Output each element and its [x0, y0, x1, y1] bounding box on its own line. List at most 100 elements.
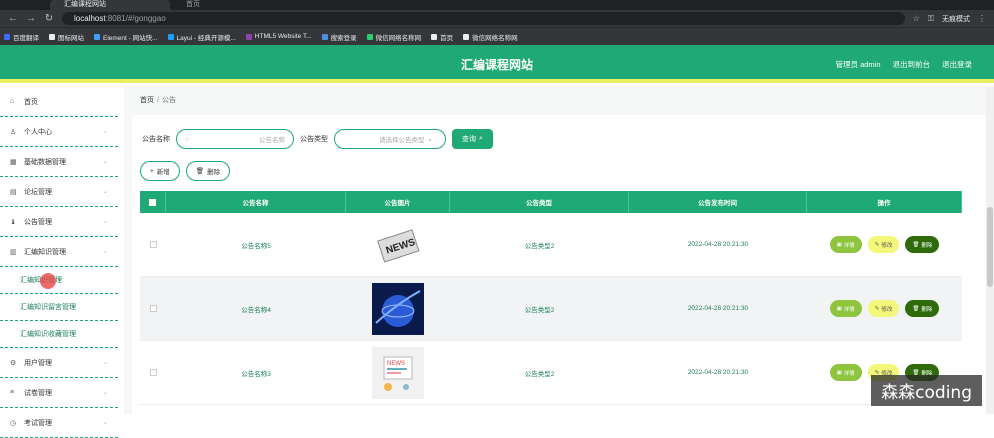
detail-icon: ▣ [837, 242, 842, 248]
front-link[interactable]: 退出到前台 [893, 59, 931, 70]
logout-link[interactable]: 退出登录 [942, 59, 972, 70]
cell-actions: ▣详情 ✎修改 🗑删除 [807, 213, 962, 276]
select-all-checkbox[interactable] [149, 199, 156, 206]
url-field[interactable]: localhost:8081/#/gonggao [62, 12, 905, 25]
delete-button[interactable]: 🗑删除 [905, 236, 939, 253]
sidebar-item-label: 个人中心 [24, 127, 52, 137]
url-host: localhost [74, 14, 106, 23]
bookmark-label: 微信网络名称网 [472, 32, 518, 42]
content-panel: 公告名称 ○ 公告名称 公告类型 请选择公告类型 ⌄ 查询 ⌕ +新增 🗑删除 … [132, 115, 990, 414]
chevron-down-icon: ⌄ [103, 248, 108, 255]
browser-tab-inactive[interactable]: 首页 [172, 0, 292, 10]
star-icon[interactable]: ☆ [913, 14, 920, 23]
reload-icon[interactable]: ↻ [44, 13, 54, 24]
home-icon: ⌂ [10, 98, 19, 105]
cell-image: NEWS [346, 341, 450, 404]
bookmark-label: HTML5 Website T... [255, 33, 312, 40]
delete-button[interactable]: 🗑删除 [905, 300, 939, 317]
add-button[interactable]: +新增 [140, 161, 180, 181]
sidebar-item-label: 基础数据管理 [24, 157, 66, 167]
admin-link[interactable]: 管理员 admin [835, 59, 880, 70]
type-select[interactable]: 请选择公告类型 ⌄ [334, 129, 446, 149]
table-row[interactable]: 公告名称4公告类型22022-04-28 20:21:30▣详情✎修改🗑删除 [140, 277, 962, 341]
news-paper-image[interactable]: NEWS [372, 219, 424, 271]
detail-button[interactable]: ▣详情 [830, 364, 862, 381]
bookmark-item[interactable]: 搜索登录 [322, 32, 357, 42]
detail-button[interactable]: ▣详情 [830, 300, 862, 317]
sidebar-item[interactable]: ▤论坛管理⌄ [0, 177, 118, 207]
bookmark-item[interactable]: 百度翻译 [4, 32, 39, 42]
trash-icon: 🗑 [912, 306, 919, 312]
row-checkbox[interactable] [150, 305, 157, 312]
cell-type: 公告类型2 [450, 277, 629, 340]
sidebar-item-label: 试卷管理 [24, 388, 52, 398]
bookmark-label: 图标网站 [58, 32, 84, 42]
svg-text:NEWS: NEWS [387, 361, 405, 367]
breadcrumb-home[interactable]: 首页 [140, 97, 154, 104]
header-image: 公告图片 [346, 191, 450, 213]
table-row[interactable]: 公告名称5NEWS公告类型22022-04-28 20:21:30▣详情✎修改🗑… [140, 213, 962, 277]
detail-button[interactable]: ▣详情 [830, 236, 862, 253]
bookmark-item[interactable]: 微信网络名称网 [367, 32, 422, 42]
cell-image [346, 277, 450, 340]
bookmark-favicon-icon [246, 34, 252, 40]
browser-tab-active[interactable]: 汇编课程网站 [50, 0, 170, 10]
cell-type: 公告类型2 [450, 341, 629, 404]
sidebar-item[interactable]: ⚙用户管理⌄ [0, 348, 118, 378]
search-icon: ⌕ [479, 135, 483, 143]
batch-delete-button[interactable]: 🗑删除 [186, 161, 230, 181]
bookmark-favicon-icon [168, 34, 174, 40]
sidebar-item[interactable]: ≡试卷管理⌄ [0, 378, 118, 408]
globe-image[interactable] [372, 283, 424, 335]
cell-name: 公告名称3 [166, 341, 346, 404]
chevron-down-icon: ⌄ [103, 188, 108, 195]
sidebar-subitem-label: 汇编知识收藏管理 [20, 329, 76, 339]
cell-type: 公告类型2 [450, 213, 629, 276]
sidebar-item[interactable]: ♙个人中心⌄ [0, 117, 118, 147]
trash-icon: 🗑 [196, 167, 204, 175]
search-button[interactable]: 查询 ⌕ [452, 129, 493, 149]
bookmark-favicon-icon [463, 34, 469, 40]
name-placeholder: 公告名称 [259, 134, 285, 144]
forum-icon: ▤ [10, 188, 19, 196]
bookmark-item[interactable]: 首页 [431, 32, 453, 42]
bookmark-item[interactable]: HTML5 Website T... [246, 33, 312, 40]
sidebar-item-label: 用户管理 [24, 358, 52, 368]
edit-button[interactable]: ✎修改 [868, 300, 900, 317]
sidebar-item[interactable]: ▥汇编知识管理⌄ [0, 237, 118, 267]
incognito-label[interactable]: 无痕模式 [942, 14, 970, 24]
bookmark-label: Element - 网站快... [103, 32, 158, 42]
sidebar-item[interactable]: ▦基础数据管理⌄ [0, 147, 118, 177]
trash-icon: 🗑 [912, 242, 919, 248]
forward-icon[interactable]: → [26, 13, 36, 24]
delete-label: 删除 [921, 305, 932, 313]
sidebar-item[interactable]: ◷考试管理⌄ [0, 408, 118, 438]
bookmark-favicon-icon [4, 34, 10, 40]
table-row[interactable]: 公告名称3NEWS公告类型22022-04-28 20:21:30▣详情✎修改🗑… [140, 341, 962, 405]
news-board-image[interactable]: NEWS [372, 347, 424, 399]
sidebar-subitem[interactable]: 汇编知识管理 [0, 267, 118, 294]
header-type: 公告类型 [450, 191, 629, 213]
sidebar-item[interactable]: ⌂首页 [0, 87, 118, 117]
header-checkbox-cell [140, 191, 166, 213]
menu-dots-icon[interactable]: ⋮ [978, 14, 986, 23]
scrollbar-thumb[interactable] [987, 207, 993, 287]
bookmark-item[interactable]: 微信网络名称网 [463, 32, 518, 42]
sidebar-subitem[interactable]: 汇编知识收藏管理 [0, 321, 118, 348]
back-icon[interactable]: ← [8, 13, 18, 24]
bookmark-favicon-icon [431, 34, 437, 40]
row-checkbox[interactable] [150, 369, 157, 376]
bookmark-item[interactable]: 图标网站 [49, 32, 84, 42]
bookmark-item[interactable]: Layui - 经典开源模... [168, 32, 236, 42]
sidebar-subitem[interactable]: 汇编知识留言管理 [0, 294, 118, 321]
page-scrollbar[interactable] [986, 87, 994, 414]
bookmark-item[interactable]: Element - 网站快... [94, 32, 158, 42]
type-placeholder: 请选择公告类型 [379, 134, 425, 144]
site-header: 汇编课程网站 管理员 admin 退出到前台 退出登录 [0, 45, 994, 83]
edit-button[interactable]: ✎修改 [868, 236, 900, 253]
sidebar-item[interactable]: ♝公告管理⌄ [0, 207, 118, 237]
edit-icon: ✎ [875, 242, 880, 248]
row-checkbox[interactable] [150, 241, 157, 248]
name-search-input[interactable]: ○ 公告名称 [176, 129, 294, 149]
key-icon[interactable]: ⚿ [928, 14, 934, 24]
